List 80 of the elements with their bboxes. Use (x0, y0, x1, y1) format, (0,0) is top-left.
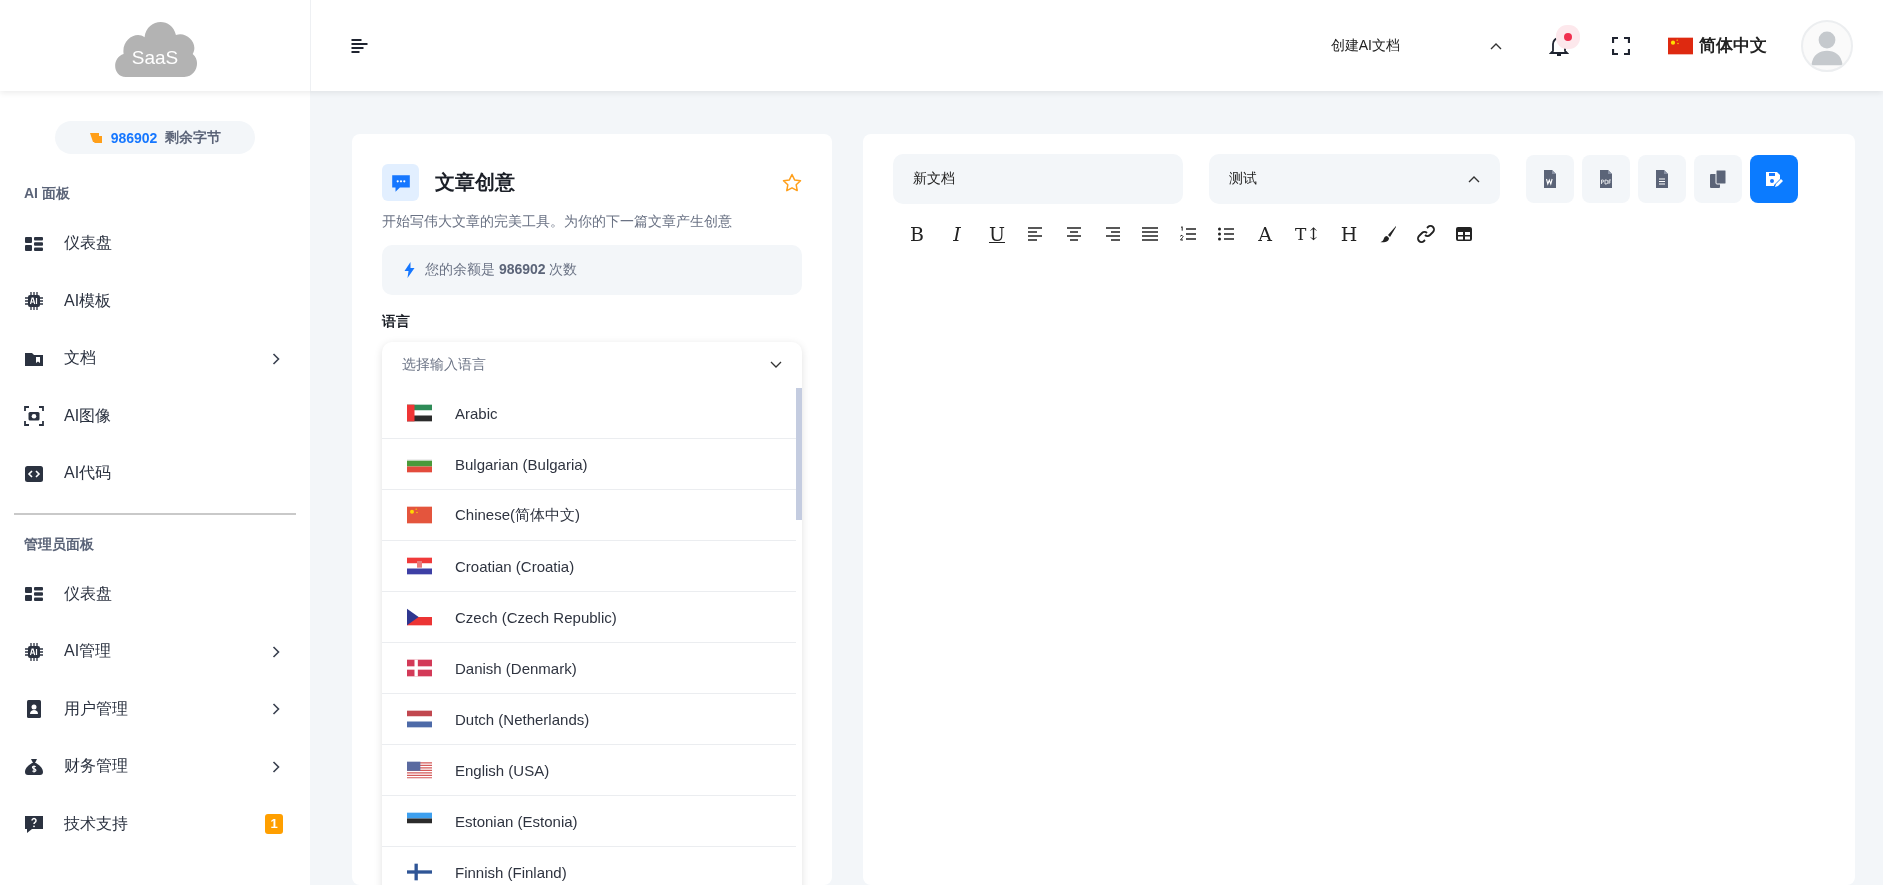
nav-item[interactable]: AI代码 (14, 445, 296, 503)
table-icon[interactable] (1455, 225, 1473, 243)
text-file-button[interactable] (1638, 155, 1686, 203)
flag-icon (407, 761, 432, 779)
language-option[interactable]: Finnish (Finland) (382, 847, 796, 885)
scrollbar[interactable] (796, 388, 802, 520)
pdf-file-button[interactable] (1582, 155, 1630, 203)
language-switcher[interactable]: 简体中文 (1668, 34, 1767, 57)
tool-description: 开始写伟大文章的完美工具。为你的下一篇文章产生创意 (382, 213, 733, 231)
language-select[interactable]: 选择输入语言 (382, 342, 802, 388)
size-tool[interactable]: T↕ (1295, 224, 1319, 244)
language-option[interactable]: Croatian (Croatia) (382, 541, 796, 592)
nav-item[interactable]: 仪表盘 (14, 215, 296, 273)
section-title: 管理员面板 (23, 534, 95, 554)
language-option[interactable]: Dutch (Netherlands) (382, 694, 796, 745)
save-edit-icon (1764, 169, 1784, 189)
language-option[interactable]: Danish (Denmark) (382, 643, 796, 694)
heading-tool[interactable]: H (1339, 224, 1359, 244)
underline-tool[interactable]: U (987, 224, 1007, 244)
italic-tool[interactable]: I (947, 224, 967, 244)
bold-tool[interactable]: B (907, 224, 927, 244)
brush-icon[interactable] (1379, 225, 1397, 243)
font-tool[interactable]: A (1255, 224, 1275, 244)
flag-icon (407, 863, 432, 881)
language-option[interactable]: Chinese(简体中文) (382, 490, 796, 541)
nav-item[interactable]: 用户管理 (14, 680, 296, 738)
nav-item[interactable]: 文档 (14, 330, 296, 388)
money-bag-icon (24, 756, 44, 777)
chip-icon (24, 641, 44, 662)
language-option[interactable]: Czech (Czech Republic) (382, 592, 796, 643)
star-icon[interactable] (782, 172, 802, 193)
bullet-list-icon[interactable] (1217, 225, 1235, 243)
word-file-button[interactable] (1526, 155, 1574, 203)
folder-select[interactable]: 测试 (1209, 154, 1500, 204)
count-badge: 1 (265, 814, 283, 835)
nav-item[interactable]: AI管理 (14, 623, 296, 681)
help-icon (24, 814, 44, 835)
nav-item[interactable]: AI图像 (14, 387, 296, 445)
nav-item[interactable]: AI模板 (14, 272, 296, 330)
chat-bubble-icon (382, 164, 419, 201)
menu-icon[interactable] (351, 38, 368, 53)
justify-icon[interactable] (1141, 225, 1159, 243)
code-icon (24, 463, 44, 484)
nav-item[interactable]: 仪表盘 (14, 565, 296, 623)
align-left-icon[interactable] (1027, 225, 1045, 243)
save-edit-button[interactable] (1750, 155, 1798, 203)
align-center-icon[interactable] (1065, 225, 1083, 243)
flag-icon (407, 404, 432, 422)
copy-icon (1708, 169, 1728, 189)
nav-item[interactable]: 财务管理 (14, 738, 296, 796)
create-document-dropdown[interactable]: 创建AI文档 (1330, 36, 1502, 55)
section-title: AI 面板 (23, 184, 71, 203)
link-icon[interactable] (1417, 225, 1435, 243)
flag-icon (407, 710, 432, 728)
field-label: 语言 (382, 313, 411, 331)
language-option[interactable]: Arabic (382, 388, 796, 439)
scroll-icon (88, 131, 103, 144)
camera-icon (24, 406, 44, 427)
language-option[interactable]: English (USA) (382, 745, 796, 796)
chip-icon (24, 291, 44, 312)
numbered-list-icon[interactable] (1179, 225, 1197, 243)
copy-button[interactable] (1694, 155, 1742, 203)
balance-label: 剩余字节 (165, 128, 222, 147)
balance-text: 您的余额是 986902 次数 (425, 261, 578, 279)
flag-icon (1668, 36, 1693, 55)
balance-amount: 986902 (110, 129, 158, 146)
align-right-icon[interactable] (1103, 225, 1121, 243)
lightning-icon (404, 262, 415, 278)
flag-icon (407, 506, 432, 524)
flag-icon (407, 608, 432, 626)
nav-item[interactable]: 技术支持 1 (14, 795, 296, 853)
language-option[interactable]: Estonian (Estonia) (382, 796, 796, 847)
chevron-down-icon (770, 361, 782, 369)
tool-title: 文章创意 (435, 170, 516, 195)
fullscreen-icon[interactable] (1612, 36, 1630, 55)
language-option[interactable]: Bulgarian (Bulgaria) (382, 439, 796, 490)
flag-icon (407, 659, 432, 677)
flag-icon (407, 557, 432, 575)
user-card-icon (24, 699, 44, 720)
document-name-field[interactable]: 新文档 (893, 154, 1183, 204)
